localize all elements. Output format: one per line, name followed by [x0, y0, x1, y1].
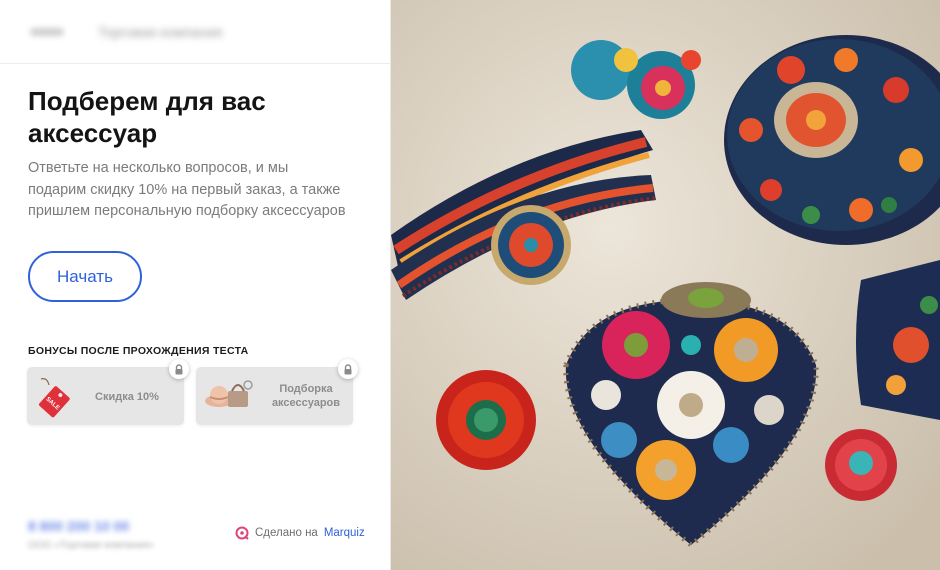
page-title: Подберем для вас аксессуар	[28, 86, 266, 148]
quiz-start-panel: Торговая компания Подберем для вас аксес…	[0, 0, 391, 570]
bonus-card-discount: SALE Скидка 10%	[27, 359, 189, 425]
company-name: Торговая компания	[98, 23, 223, 40]
made-by-link[interactable]: Сделано на Marquiz	[235, 526, 365, 540]
small-red-brooch	[825, 429, 897, 501]
sale-tag-icon: SALE	[39, 378, 70, 418]
footer-copyright: ООО «Торговая компания»	[28, 540, 155, 551]
company-logo	[30, 27, 64, 36]
header-bar: Торговая компания	[0, 0, 390, 64]
page-description: Ответьте на несколько вопросов, и мы под…	[28, 160, 346, 219]
embroidered-accessories-photo	[391, 0, 940, 570]
bonus-card-accessories: Подборка аксессуаров	[196, 359, 358, 425]
hero-image	[391, 0, 940, 570]
bonus-label-discount: Скидка 10%	[95, 391, 159, 403]
embroidered-pouch	[856, 260, 940, 420]
lock-icon	[169, 359, 189, 379]
footer-phone[interactable]: 8 800 200 10 00	[28, 518, 129, 534]
made-by-brand[interactable]: Marquiz	[324, 527, 365, 539]
red-flower-brooch	[436, 370, 536, 470]
made-by-prefix: Сделано на	[255, 527, 318, 539]
accessories-icon	[205, 380, 253, 407]
bonuses-heading: БОНУСЫ ПОСЛЕ ПРОХОЖДЕНИЯ ТЕСТА	[28, 345, 249, 357]
marquiz-logo-icon	[235, 526, 249, 540]
start-button[interactable]: Начать	[28, 251, 142, 302]
lock-icon	[338, 359, 358, 379]
bonus-label-accessories: Подборка аксессуаров	[271, 383, 341, 409]
